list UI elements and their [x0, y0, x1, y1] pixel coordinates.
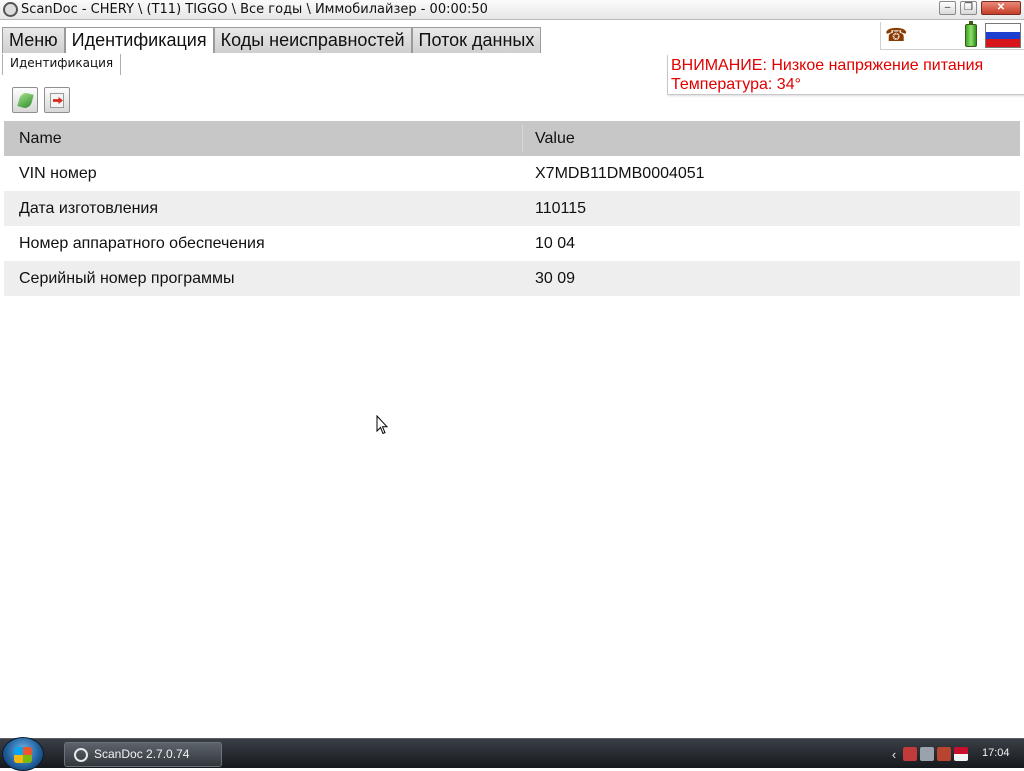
warning-box: ВНИМАНИЕ: Низкое напряжение питания Темп… — [667, 55, 1024, 95]
scandoc-app-icon — [3, 2, 18, 17]
tray-flag-icon[interactable] — [937, 747, 951, 761]
tab-menu[interactable]: Меню — [2, 27, 65, 53]
mouse-cursor-icon — [376, 415, 388, 435]
column-header-value[interactable]: Value — [535, 121, 575, 156]
row-value-cell: X7MDB11DMB0004051 — [535, 165, 705, 182]
windows-logo-icon — [14, 747, 32, 763]
export-icon — [50, 93, 64, 108]
tab-identification[interactable]: Идентификация — [64, 27, 214, 53]
taskbar-clock[interactable]: 17:04 — [982, 747, 1010, 759]
identification-table: Name Value VIN номер X7MDB11DMB0004051 Д… — [4, 121, 1020, 296]
minimize-button[interactable]: – — [939, 1, 956, 15]
title-bar: ScanDoc - CHERY \ (T11) TIGGO \ Все годы… — [0, 0, 1024, 20]
taskbar: ScanDoc 2.7.0.74 ‹ 17:04 — [0, 737, 1024, 771]
taskbar-item-label: ScanDoc 2.7.0.74 — [94, 747, 190, 761]
row-value-cell: 10 04 — [535, 235, 576, 252]
row-name-cell: Номер аппаратного обеспечения — [19, 235, 265, 252]
tray-expand-icon[interactable]: ‹ — [888, 747, 900, 762]
column-separator — [522, 125, 523, 152]
refresh-button[interactable] — [12, 87, 38, 113]
start-button[interactable] — [2, 737, 44, 771]
table-row[interactable]: Дата изготовления 110115 — [4, 191, 1020, 226]
row-value-cell: 30 09 — [535, 270, 576, 287]
close-button[interactable]: ✕ — [981, 1, 1021, 15]
phone-icon[interactable]: ☎ — [885, 25, 907, 45]
maximize-button[interactable]: ❐ — [960, 1, 977, 15]
main-tab-bar: Меню Идентификация Коды неисправностей П… — [2, 27, 542, 53]
row-value-cell: 110115 — [535, 200, 587, 217]
column-header-name[interactable]: Name — [19, 121, 62, 156]
tray-device-icon[interactable] — [920, 747, 934, 761]
table-header-row: Name Value — [4, 121, 1020, 156]
row-name-cell: Дата изготовления — [19, 200, 159, 217]
leaf-icon — [17, 91, 34, 110]
table-row[interactable]: Номер аппаратного обеспечения 10 04 — [4, 226, 1020, 261]
export-button[interactable] — [44, 87, 70, 113]
table-row[interactable]: Серийный номер программы 30 09 — [4, 261, 1020, 296]
taskbar-item-scandoc[interactable]: ScanDoc 2.7.0.74 — [64, 742, 222, 767]
battery-icon — [965, 21, 977, 47]
system-tray: ‹ — [888, 745, 968, 763]
tab-fault-codes[interactable]: Коды неисправностей — [213, 27, 412, 53]
warning-voltage-text: ВНИМАНИЕ: Низкое напряжение питания — [671, 57, 984, 74]
row-name-cell: Серийный номер программы — [19, 270, 235, 287]
table-row[interactable]: VIN номер X7MDB11DMB0004051 — [4, 156, 1020, 191]
tab-data-stream[interactable]: Поток данных — [411, 27, 542, 53]
row-name-cell: VIN номер — [19, 165, 97, 182]
scandoc-task-icon — [74, 748, 88, 762]
warning-temperature-text: Температура: 34° — [671, 76, 801, 93]
tray-language-icon[interactable] — [954, 747, 968, 761]
russia-flag-icon[interactable] — [985, 23, 1021, 48]
window-title: ScanDoc - CHERY \ (T11) TIGGO \ Все годы… — [21, 2, 488, 17]
status-area: ☎ — [880, 21, 1024, 50]
subtab-identification[interactable]: Идентификация — [2, 54, 122, 75]
tray-app-icon[interactable] — [903, 747, 917, 761]
